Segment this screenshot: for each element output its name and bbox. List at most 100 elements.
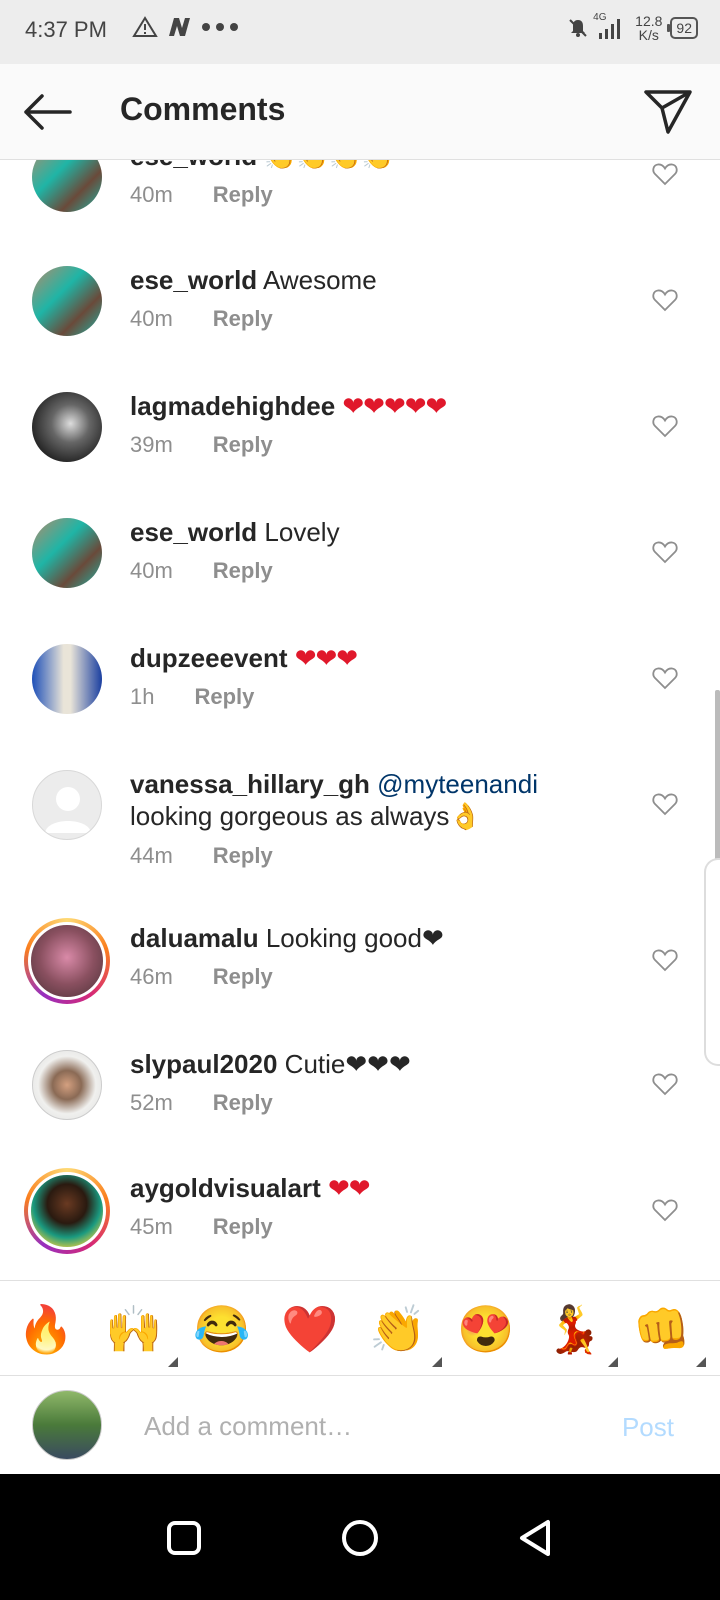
comment-username[interactable]: daluamalu bbox=[130, 923, 259, 953]
battery-level: 92 bbox=[676, 20, 692, 36]
emoji-heart-eyes[interactable]: 😍 bbox=[456, 1299, 516, 1359]
comment-input[interactable] bbox=[142, 1400, 586, 1452]
status-left-icons bbox=[132, 16, 240, 38]
avatar[interactable] bbox=[32, 1050, 102, 1120]
comment-time: 40m bbox=[130, 182, 173, 207]
emoji-clapping-hands[interactable]: 👏 bbox=[368, 1299, 442, 1367]
comment-time: 40m bbox=[130, 558, 173, 583]
home-icon[interactable] bbox=[332, 1510, 388, 1566]
comment-username[interactable]: lagmadehighdee bbox=[130, 391, 335, 421]
avatar[interactable] bbox=[32, 266, 102, 336]
status-right-icons: 4G 12.8 K/s 92 bbox=[567, 12, 698, 43]
direct-message-icon[interactable] bbox=[642, 86, 694, 136]
reply-button[interactable]: Reply bbox=[213, 558, 273, 584]
speed-value: 12.8 bbox=[635, 13, 663, 29]
emoji-dancer-glyph: 💃 bbox=[545, 1303, 603, 1355]
edge-panel-handle[interactable] bbox=[704, 858, 720, 1066]
emoji-fist[interactable]: 👊 bbox=[632, 1299, 706, 1367]
comment-username[interactable]: aygoldvisualart bbox=[130, 1173, 321, 1203]
comment-item: vanessa_hillary_gh @myteenandi looking g… bbox=[0, 768, 720, 910]
emoji-dancer[interactable]: 💃 bbox=[544, 1299, 618, 1367]
comment-text: vanessa_hillary_gh @myteenandi looking g… bbox=[130, 768, 640, 832]
heart-outline-icon[interactable] bbox=[652, 288, 678, 312]
comment-mention[interactable]: @myteenandi bbox=[377, 769, 538, 799]
app-n-icon bbox=[169, 18, 190, 36]
skin-tone-indicator-icon bbox=[432, 1357, 442, 1367]
reply-button[interactable]: Reply bbox=[213, 843, 273, 869]
reply-button[interactable]: Reply bbox=[213, 1214, 273, 1240]
comment-username[interactable]: slypaul2020 bbox=[130, 1049, 277, 1079]
comment-body: 👏👏👏👏 bbox=[264, 160, 394, 171]
comment-meta: 46m Reply bbox=[130, 964, 273, 990]
heart-outline-icon[interactable] bbox=[652, 414, 678, 438]
speed-unit: K/s bbox=[638, 27, 659, 43]
comment-meta: 40m Reply bbox=[130, 306, 273, 332]
avatar[interactable] bbox=[32, 644, 102, 714]
comment-item: ese_world Lovely 40m Reply bbox=[0, 516, 720, 628]
default-avatar-icon[interactable] bbox=[32, 770, 102, 840]
comment-composer: Post bbox=[0, 1376, 720, 1474]
comment-meta: 52m Reply bbox=[130, 1090, 273, 1116]
comment-time: 39m bbox=[130, 432, 173, 457]
heart-outline-icon[interactable] bbox=[652, 540, 678, 564]
comment-username[interactable]: ese_world bbox=[130, 517, 257, 547]
comment-time: 44m bbox=[130, 843, 173, 868]
avatar[interactable] bbox=[32, 160, 102, 212]
recent-apps-icon[interactable] bbox=[156, 1510, 212, 1566]
comment-text: slypaul2020 Cutie❤❤❤ bbox=[130, 1048, 640, 1080]
comment-text: ese_world 👏👏👏👏 bbox=[130, 160, 640, 172]
mute-bell-icon bbox=[569, 19, 587, 37]
comments-list[interactable]: ese_world 👏👏👏👏 40m Reply ese_world Aweso… bbox=[0, 160, 720, 1306]
comment-meta: 40m Reply bbox=[130, 182, 273, 208]
heart-outline-icon[interactable] bbox=[652, 948, 678, 972]
heart-outline-icon[interactable] bbox=[652, 1072, 678, 1096]
own-avatar[interactable] bbox=[32, 1390, 102, 1460]
back-triangle-icon[interactable] bbox=[508, 1510, 564, 1566]
reply-button[interactable]: Reply bbox=[213, 1090, 273, 1116]
reply-button[interactable]: Reply bbox=[213, 432, 273, 458]
emoji-fire[interactable]: 🔥 bbox=[16, 1299, 76, 1359]
status-bar: 4:37 PM 4G 12.8 K/s 92 bbox=[0, 0, 720, 64]
comment-body: ❤❤❤ bbox=[294, 643, 358, 673]
comment-meta: 39m Reply bbox=[130, 432, 273, 458]
comment-body: Cutie❤❤❤ bbox=[284, 1049, 411, 1079]
comment-body: Looking good❤ bbox=[265, 923, 444, 953]
more-dots-icon bbox=[202, 23, 238, 31]
emoji-raised-hands[interactable]: 🙌 bbox=[104, 1299, 178, 1367]
scrollbar[interactable] bbox=[715, 690, 720, 860]
comment-username[interactable]: ese_world bbox=[130, 265, 257, 295]
comment-meta: 45m Reply bbox=[130, 1214, 273, 1240]
emoji-raised-hands-glyph: 🙌 bbox=[105, 1303, 163, 1355]
comment-text: ese_world Lovely bbox=[130, 516, 640, 548]
comment-item: daluamalu Looking good❤ 46m Reply bbox=[0, 918, 720, 1028]
skin-tone-indicator-icon bbox=[168, 1357, 178, 1367]
reply-button[interactable]: Reply bbox=[194, 684, 254, 710]
comment-item: ese_world 👏👏👏👏 40m Reply bbox=[0, 160, 720, 242]
comment-time: 40m bbox=[130, 306, 173, 331]
emoji-red-heart[interactable]: ❤️ bbox=[280, 1299, 340, 1359]
heart-outline-icon[interactable] bbox=[652, 666, 678, 690]
comment-username[interactable]: vanessa_hillary_gh bbox=[130, 769, 370, 799]
comment-body: Lovely bbox=[264, 517, 340, 547]
heart-outline-icon[interactable] bbox=[652, 162, 678, 186]
heart-outline-icon[interactable] bbox=[652, 1198, 678, 1222]
comment-text: aygoldvisualart ❤❤ bbox=[130, 1172, 640, 1204]
avatar[interactable] bbox=[32, 518, 102, 588]
post-button[interactable]: Post bbox=[622, 1412, 674, 1443]
skin-tone-indicator-icon bbox=[608, 1357, 618, 1367]
comment-username[interactable]: ese_world bbox=[130, 160, 257, 171]
reply-button[interactable]: Reply bbox=[213, 306, 273, 332]
heart-outline-icon[interactable] bbox=[652, 792, 678, 816]
avatar[interactable] bbox=[32, 392, 102, 462]
avatar[interactable] bbox=[24, 918, 110, 1004]
network-type: 4G bbox=[593, 12, 607, 23]
reply-button[interactable]: Reply bbox=[213, 964, 273, 990]
comment-time: 52m bbox=[130, 1090, 173, 1115]
back-arrow-icon[interactable] bbox=[22, 88, 74, 136]
emoji-tears-of-joy[interactable]: 😂 bbox=[192, 1299, 252, 1359]
reply-button[interactable]: Reply bbox=[213, 182, 273, 208]
comment-time: 1h bbox=[130, 684, 155, 709]
comment-meta: 1h Reply bbox=[130, 684, 254, 710]
comment-username[interactable]: dupzeeevent bbox=[130, 643, 288, 673]
avatar[interactable] bbox=[24, 1168, 110, 1254]
